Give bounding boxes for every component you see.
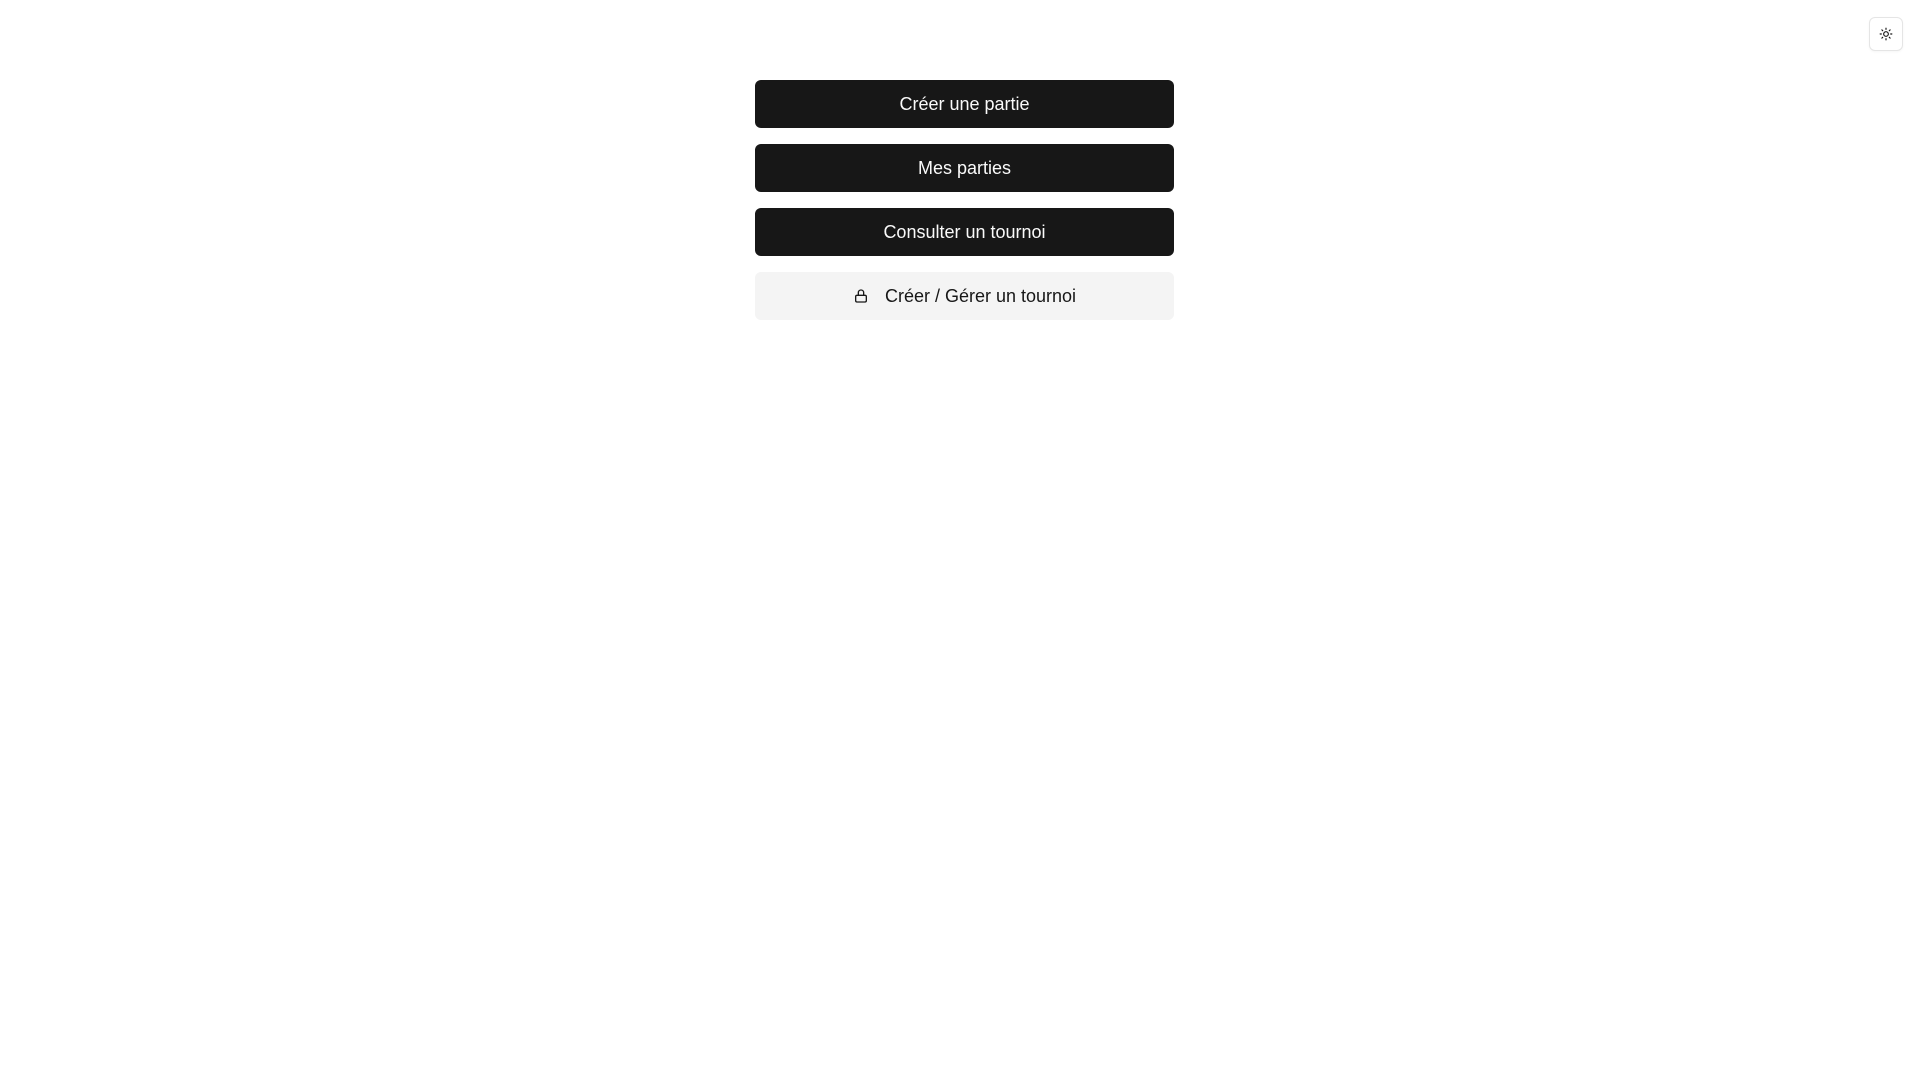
theme-toggle-button[interactable]: [1869, 17, 1903, 51]
home-page: Créer une partie Mes parties Consulter u…: [0, 0, 1920, 1080]
view-tournament-label: Consulter un tournoi: [883, 221, 1046, 242]
my-games-label: Mes parties: [917, 157, 1012, 178]
manage-tournament-button[interactable]: Créer / Gérer un tournoi: [755, 272, 1174, 320]
create-game-label: Créer une partie: [899, 93, 1030, 114]
view-tournament-button[interactable]: Consulter un tournoi: [755, 208, 1174, 256]
main-menu: Créer une partie Mes parties Consulter u…: [755, 80, 1174, 320]
manage-tournament-label: Créer / Gérer un tournoi: [884, 285, 1077, 306]
sun-icon: [1879, 27, 1893, 41]
create-game-button[interactable]: Créer une partie: [755, 80, 1174, 128]
lock-icon: [853, 288, 869, 304]
my-games-button[interactable]: Mes parties: [755, 144, 1174, 192]
